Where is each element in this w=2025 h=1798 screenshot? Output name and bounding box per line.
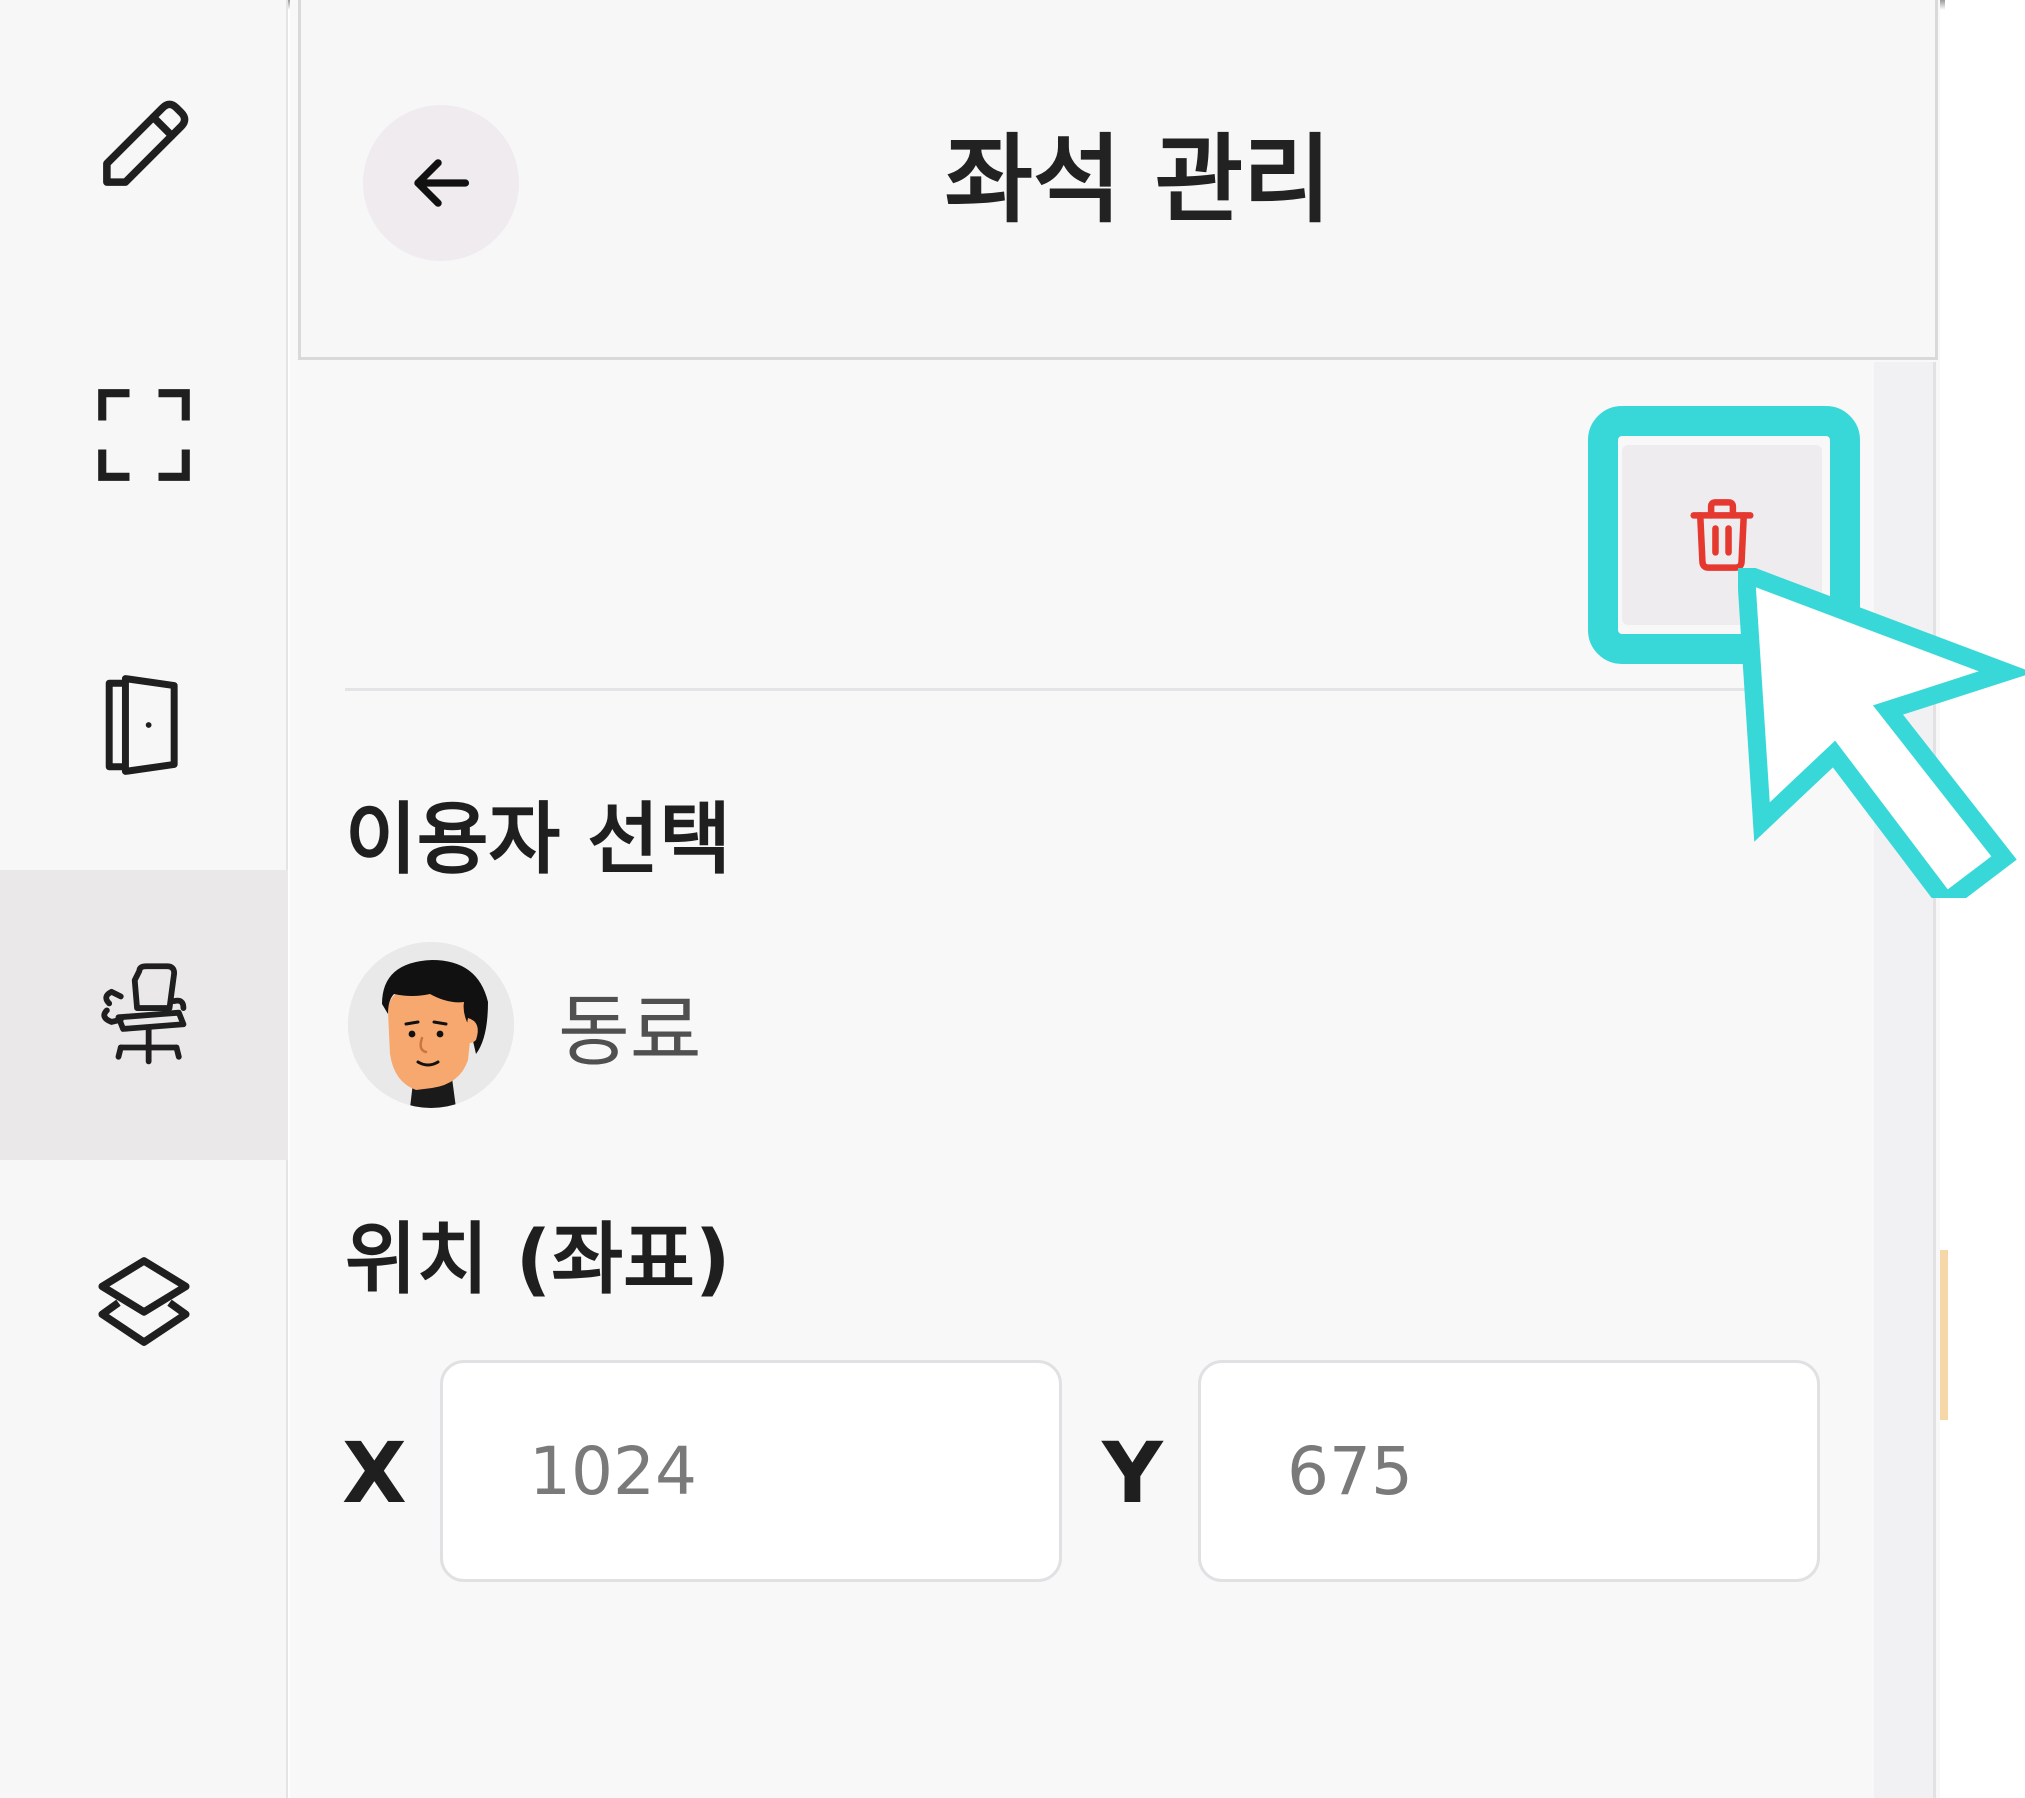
pencil-icon (103, 100, 189, 186)
divider (345, 688, 1845, 691)
tool-rail (0, 0, 288, 1798)
rail-item-seat[interactable] (0, 870, 288, 1160)
door-icon (105, 675, 178, 775)
y-coordinate-input[interactable] (1198, 1360, 1820, 1582)
delete-seat-button[interactable] (1622, 445, 1822, 625)
user-select-label: 이용자 선택 (345, 795, 731, 885)
x-label: X (342, 1424, 407, 1522)
x-coordinate-input[interactable] (440, 1360, 1062, 1582)
panel-scrollbar[interactable] (1874, 362, 1936, 1798)
rail-item-edit[interactable] (0, 0, 288, 290)
selected-user[interactable]: 동료 (348, 940, 702, 1110)
avatar (348, 942, 514, 1108)
rail-item-area[interactable] (0, 290, 288, 580)
seat-management-panel: 좌석 관리 이용자 선택 동료 위치 (좌표) X 1024 Y 675 (290, 0, 1940, 1798)
panel-header: 좌석 관리 (298, 0, 1938, 360)
fullscreen-icon (98, 389, 190, 481)
position-label: 위치 (좌표) (345, 1215, 731, 1305)
office-chair-icon (101, 963, 187, 1065)
canvas-edge (1940, 1250, 1948, 1420)
panel-title: 좌석 관리 (944, 124, 1332, 236)
y-label: Y (1102, 1424, 1163, 1522)
trash-icon (1690, 499, 1754, 571)
layers-icon (98, 1257, 190, 1346)
rail-item-layers[interactable] (0, 1160, 288, 1450)
user-name: 동료 (558, 987, 702, 1077)
rail-item-door[interactable] (0, 580, 288, 870)
